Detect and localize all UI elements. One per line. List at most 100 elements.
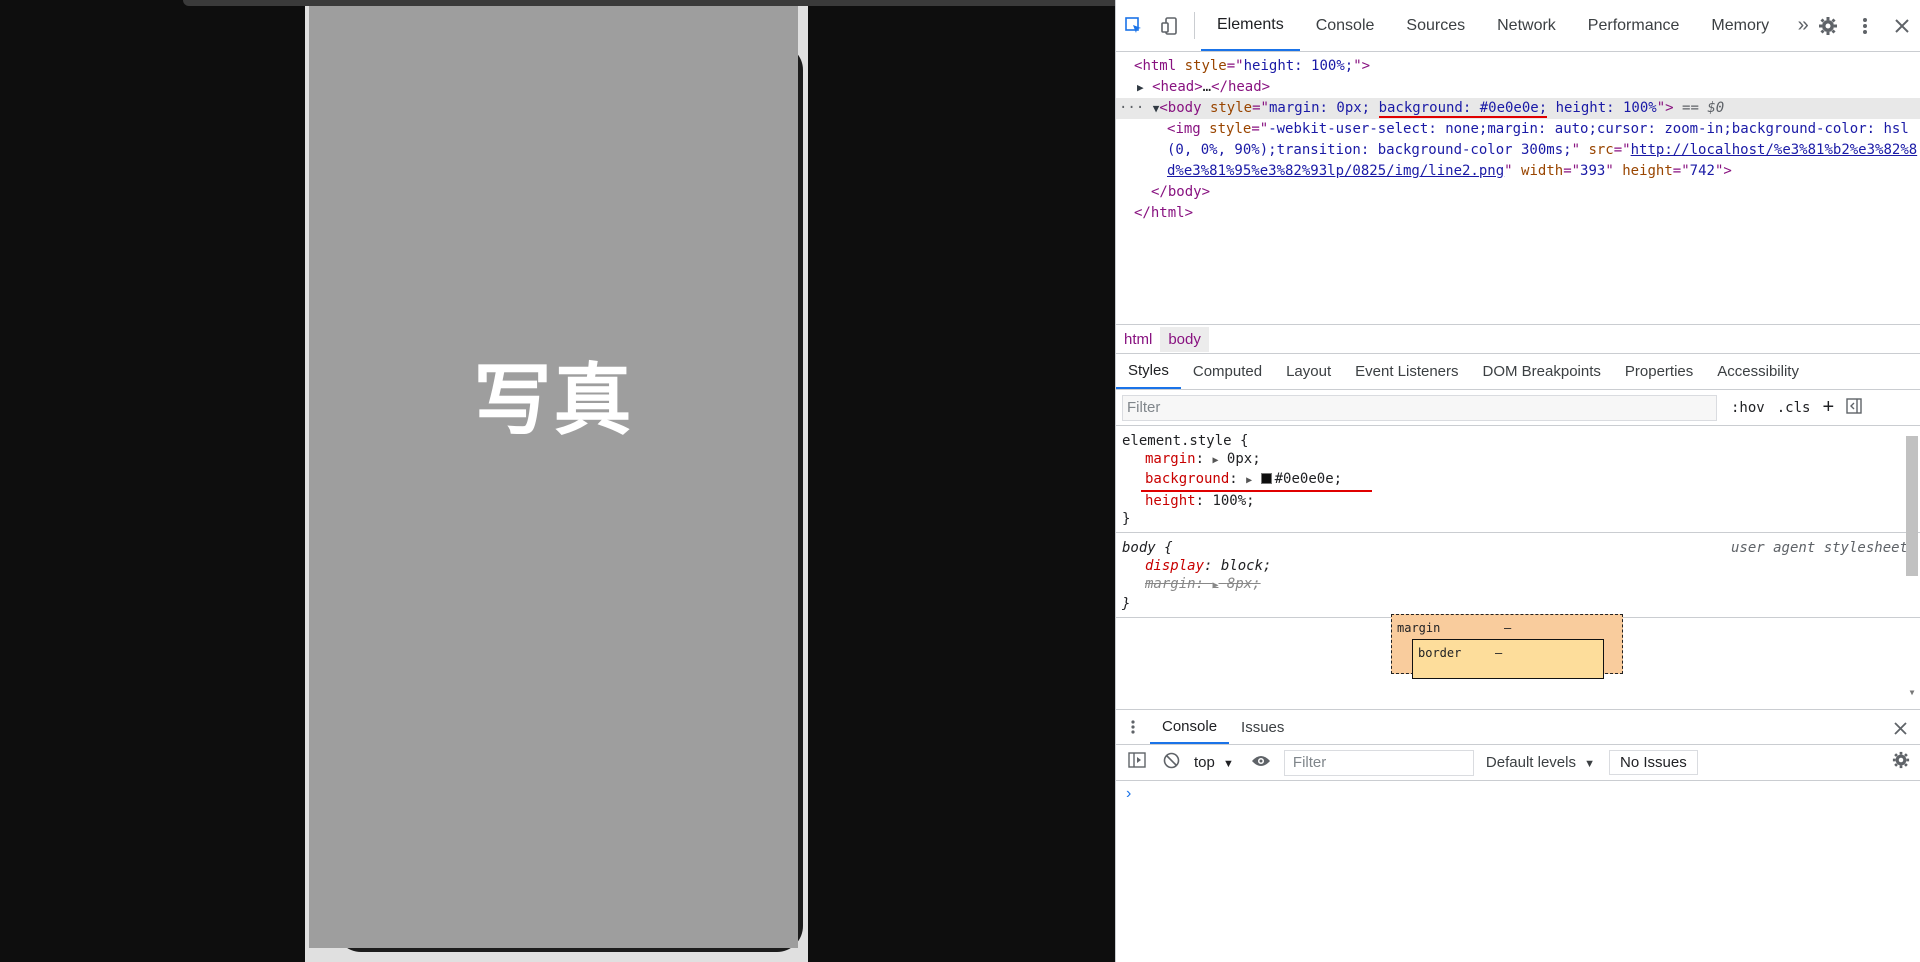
style-rules-list: element.style { margin: ▶ 0px; backgroun…: [1116, 426, 1920, 709]
tag-name: html: [1142, 58, 1177, 74]
rule-source: user agent stylesheet: [1730, 540, 1908, 556]
cls-toggle-button[interactable]: .cls: [1777, 400, 1811, 416]
tab-performance[interactable]: Performance: [1572, 0, 1696, 51]
img-width-value: 393: [1580, 163, 1606, 179]
console-filter-input[interactable]: Filter: [1283, 749, 1474, 776]
box-border: border –: [1412, 639, 1604, 679]
box-margin-label: margin: [1397, 621, 1441, 635]
tag-name: head: [1160, 79, 1195, 95]
dom-node-img-cont2[interactable]: d%e3%81%95%e3%82%93lp/0825/img/line2.png…: [1116, 161, 1920, 182]
close-devtools-icon[interactable]: [1883, 19, 1920, 33]
chevron-down-icon: ▼: [1584, 758, 1596, 770]
page-viewport: 写真: [0, 0, 1861, 962]
breadcrumb-body[interactable]: body: [1160, 326, 1209, 352]
live-expression-eye-icon[interactable]: [1244, 753, 1278, 773]
prop-display[interactable]: display: block;: [1122, 557, 1914, 575]
img-src-link-cont[interactable]: d%e3%81%95%e3%82%93lp/0825/img/line2.png: [1167, 163, 1504, 179]
dollar-zero-marker: == $0: [1682, 100, 1725, 116]
tab-styles[interactable]: Styles: [1116, 354, 1181, 389]
attr-name: src: [1588, 142, 1614, 158]
tab-computed[interactable]: Computed: [1181, 354, 1274, 389]
dom-node-body-selected[interactable]: ··· ▼<body style="margin: 0px; backgroun…: [1116, 98, 1920, 119]
console-settings-gear-icon[interactable]: [1884, 751, 1918, 774]
clear-console-icon[interactable]: [1154, 752, 1188, 774]
breadcrumb: html body: [1116, 324, 1920, 354]
scrollbar-thumb[interactable]: [1906, 436, 1918, 576]
device-toolbar-icon[interactable]: [1152, 0, 1188, 51]
body-style-background-highlight: background: #0e0e0e;: [1378, 100, 1548, 118]
tab-elements[interactable]: Elements: [1201, 0, 1300, 51]
element-style-rule[interactable]: element.style { margin: ▶ 0px; backgroun…: [1116, 426, 1920, 533]
dom-tree: <html style="height: 100%;"> ▶ <head>…</…: [1116, 52, 1920, 324]
expand-arrow-icon[interactable]: ▶: [1137, 81, 1144, 94]
collapsed-ellipsis[interactable]: …: [1203, 79, 1211, 95]
expand-arrow-icon[interactable]: ▶: [1212, 455, 1218, 466]
tag-name: img: [1175, 121, 1201, 137]
styles-filter-bar: Filter :hov .cls +: [1116, 390, 1920, 426]
prop-margin[interactable]: margin: ▶ 0px;: [1122, 450, 1914, 470]
styles-pane-tabs: Styles Computed Layout Event Listeners D…: [1116, 354, 1920, 390]
dom-html-close[interactable]: </html>: [1116, 203, 1920, 224]
styles-scrollbar[interactable]: ▲ ▼: [1906, 432, 1918, 702]
log-levels-dropdown[interactable]: Default levels ▼: [1486, 754, 1595, 771]
console-toolbar: top ▼ Filter Default levels ▼ No Issues: [1116, 745, 1920, 781]
new-style-rule-icon[interactable]: +: [1822, 396, 1834, 419]
tab-memory[interactable]: Memory: [1695, 0, 1785, 51]
body-ua-rule[interactable]: body { user agent stylesheet display: bl…: [1116, 533, 1920, 618]
context-selector[interactable]: top ▼: [1194, 754, 1234, 771]
tab-dom-breakpoints[interactable]: DOM Breakpoints: [1471, 354, 1613, 389]
rule-close: }: [1122, 511, 1131, 527]
rule-close: }: [1122, 596, 1131, 612]
attr-value: height: 100%;: [1243, 58, 1354, 74]
kebab-menu-icon[interactable]: [1846, 17, 1883, 35]
background-value: #0e0e0e;: [1274, 471, 1343, 487]
tab-layout[interactable]: Layout: [1274, 354, 1343, 389]
drawer-tab-issues[interactable]: Issues: [1229, 710, 1296, 744]
color-swatch-icon[interactable]: [1260, 473, 1272, 484]
devtools-toolbar: Elements Console Sources Network Perform…: [1116, 0, 1920, 52]
drawer-tab-console[interactable]: Console: [1150, 710, 1230, 744]
devtools-panel: Elements Console Sources Network Perform…: [1115, 0, 1920, 962]
box-border-label: border: [1418, 646, 1462, 660]
tab-accessibility[interactable]: Accessibility: [1705, 354, 1811, 389]
img-style-value-1: -webkit-user-select: none;margin: auto;c…: [1268, 121, 1909, 137]
tab-sources[interactable]: Sources: [1390, 0, 1481, 51]
drawer-header: Console Issues: [1116, 709, 1920, 745]
prop-background[interactable]: background: ▶ #0e0e0e;: [1122, 470, 1914, 492]
expand-arrow-icon[interactable]: ▶: [1246, 475, 1252, 486]
toggle-sidebar-icon[interactable]: [1846, 398, 1862, 417]
console-output[interactable]: ›: [1116, 781, 1920, 807]
hov-toggle-button[interactable]: :hov: [1731, 400, 1765, 416]
tag-name: body: [1167, 100, 1202, 116]
issues-button[interactable]: No Issues: [1609, 750, 1698, 775]
rule-selector: element.style {: [1122, 433, 1249, 449]
tab-properties[interactable]: Properties: [1613, 354, 1705, 389]
dom-node-img[interactable]: <img style="-webkit-user-select: none;ma…: [1116, 119, 1920, 140]
dom-node-html[interactable]: <html style="height: 100%;">: [1116, 56, 1920, 77]
close-drawer-icon[interactable]: [1882, 710, 1918, 746]
dom-node-img-cont[interactable]: (0, 0%, 90%);transition: background-colo…: [1116, 140, 1920, 161]
dom-node-head[interactable]: ▶ <head>…</head>: [1116, 77, 1920, 98]
box-margin-value[interactable]: –: [1504, 619, 1511, 637]
show-sidebar-icon[interactable]: [1120, 752, 1154, 773]
tab-event-listeners[interactable]: Event Listeners: [1343, 354, 1470, 389]
prop-height[interactable]: height: 100%;: [1122, 492, 1914, 510]
photo-label: 写真: [473, 355, 634, 446]
console-prompt-chevron-icon[interactable]: ›: [1126, 785, 1131, 802]
toolbar-divider: [1194, 12, 1195, 39]
prop-margin-overridden[interactable]: margin: ▶ 8px;: [1122, 575, 1914, 595]
box-border-value[interactable]: –: [1495, 644, 1502, 662]
attr-name: style: [1184, 58, 1227, 74]
drawer-menu-icon[interactable]: [1116, 710, 1150, 744]
body-style-margin: margin: 0px;: [1268, 100, 1371, 116]
image-placeholder[interactable]: 写真: [309, 6, 798, 948]
settings-gear-icon[interactable]: [1809, 16, 1846, 36]
tab-console[interactable]: Console: [1300, 0, 1391, 51]
img-src-link[interactable]: http://localhost/%e3%81%b2%e3%82%8: [1631, 142, 1918, 158]
body-style-height: height: 100%: [1555, 100, 1657, 116]
breadcrumb-html[interactable]: html: [1116, 327, 1160, 352]
dom-body-close[interactable]: </body>: [1116, 182, 1920, 203]
inspect-element-icon[interactable]: [1116, 0, 1152, 51]
styles-filter-input[interactable]: Filter: [1122, 394, 1717, 421]
tab-network[interactable]: Network: [1481, 0, 1572, 51]
